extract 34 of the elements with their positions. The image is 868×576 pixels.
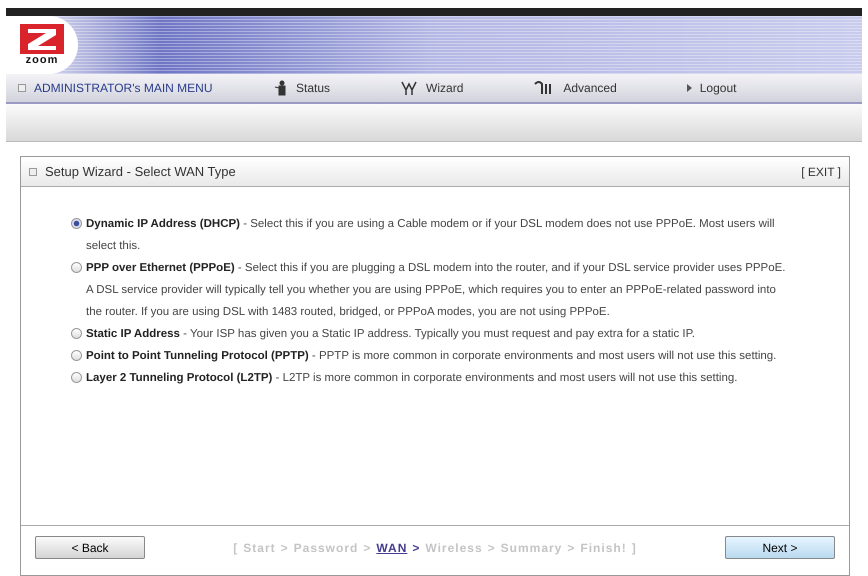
wizard-icon <box>400 80 418 96</box>
separator-text: > <box>488 540 496 554</box>
menu-title: ADMINISTRATOR's MAIN MENU <box>34 81 214 95</box>
exit-link[interactable]: [ EXIT ] <box>801 164 841 178</box>
back-button[interactable]: < Back <box>35 536 145 559</box>
nav-link[interactable]: Advanced <box>533 80 617 96</box>
logo-icon <box>20 24 64 54</box>
option-text: Dynamic IP Address (DHCP) - Select this if you are using a Cable modem or if your DSL modem does not use PPPoE. Most users will select this. <box>86 217 776 254</box>
wizard-step[interactable]: WAN <box>376 540 408 554</box>
square-icon <box>18 84 26 92</box>
square-icon <box>29 168 37 176</box>
radio-button[interactable] <box>71 328 82 339</box>
radio-button[interactable] <box>71 372 82 383</box>
radio-button[interactable] <box>71 262 82 273</box>
separator-text: > <box>363 540 372 554</box>
separator-text: > <box>280 540 289 554</box>
radio-button[interactable] <box>71 350 82 361</box>
radio-button[interactable] <box>71 218 82 229</box>
person-icon <box>274 80 288 96</box>
bracket-text: [ <box>233 540 238 554</box>
bracket-text: ] <box>632 540 637 554</box>
next-button[interactable]: Next > <box>724 536 835 559</box>
option-text: Static IP Address - Your ISP has given you a Static IP address. Typically you must request and pay extra for a static IP. <box>86 327 695 342</box>
logo-text: zoom <box>26 54 58 66</box>
separator-text: > <box>412 540 420 554</box>
nav-link[interactable]: Status <box>274 80 330 96</box>
nav-link[interactable]: Logout <box>686 81 736 95</box>
option-text: Point to Point Tunneling Protocol (PPTP) - PPTP is more common in corporate environments and most users will not use this setting. <box>86 349 776 364</box>
separator-text: > <box>567 540 576 554</box>
nav-link[interactable]: Wizard <box>400 80 464 96</box>
panel-title: Setup Wizard - Select WAN Type <box>45 164 237 179</box>
arrow-icon <box>686 84 692 92</box>
option-text: PPP over Ethernet (PPPoE) - Select this if you are plugging a DSL modem into the router, and if your DSL service provider uses PPPoE. A DSL service provider will typically tell you whether you are using PPPoE, which requires you to enter an PPPoE-related password into the router. If you are using DSL with 1483 routed, bridged, or PPPoA modes, you are not using PPPoE. <box>86 261 786 320</box>
option-text: Layer 2 Tunneling Protocol (L2TP) - L2TP is more common in corporate environments and most users will not use this setting. <box>86 371 738 386</box>
